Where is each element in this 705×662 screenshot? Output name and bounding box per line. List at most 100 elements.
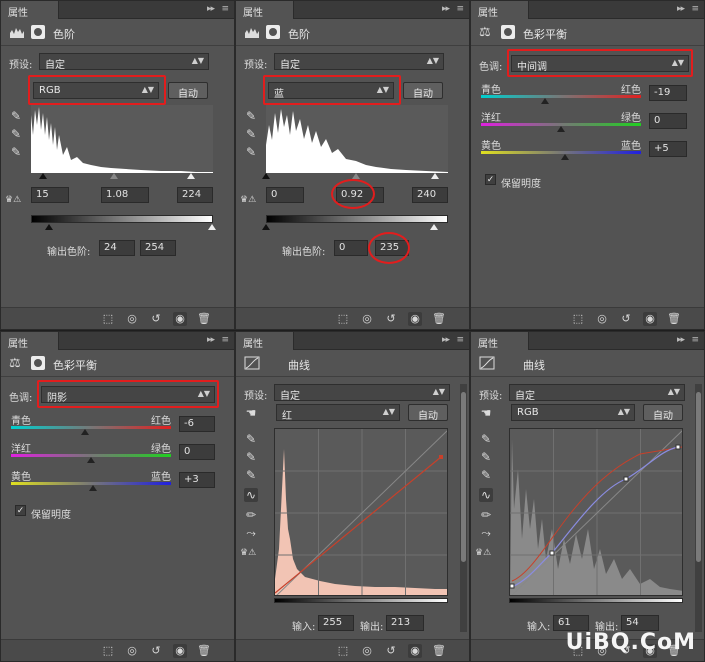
gray-point-eyedropper-icon[interactable]: ✎ [244,127,258,141]
yellow-blue-slider-thumb[interactable] [561,154,569,160]
black-point-eyedropper-icon[interactable]: ✎ [479,432,493,446]
trash-icon[interactable]: 🗑 [197,312,211,326]
input-gamma-slider[interactable] [110,173,118,179]
channel-dropdown[interactable]: RGB ▲▼ [33,82,159,99]
output-white-slider[interactable] [208,224,216,230]
pencil-tool-icon[interactable]: ✏ [479,508,493,522]
panel-menu-icon[interactable]: ≡ [456,335,463,345]
output-white-field[interactable]: 254 [140,240,176,256]
collapse-icon[interactable]: ▸▸ [677,335,685,345]
cyan-red-slider-track[interactable] [11,426,171,429]
white-point-eyedropper-icon[interactable]: ✎ [479,468,493,482]
reset-icon[interactable]: ↺ [149,312,163,326]
channel-dropdown[interactable]: 蓝 ▲▼ [268,82,394,100]
clip-to-layer-icon[interactable]: ⬚ [336,644,350,658]
smooth-curve-icon[interactable]: ⤳ [479,526,493,540]
reset-icon[interactable]: ↺ [384,312,398,326]
mask-icon[interactable] [31,356,45,370]
curves-graph[interactable] [274,428,448,596]
clipping-warning-icon[interactable]: ♛⚠ [240,546,256,560]
tone-dropdown[interactable]: 阴影 ▲▼ [41,386,215,404]
panel-menu-icon[interactable]: ≡ [691,335,698,345]
vertical-scrollbar[interactable] [695,384,702,632]
panel-menu-icon[interactable]: ≡ [456,4,463,14]
gray-point-eyedropper-icon[interactable]: ✎ [9,127,23,141]
clip-to-layer-icon[interactable]: ⬚ [101,644,115,658]
collapse-icon[interactable]: ▸▸ [207,4,215,14]
trash-icon[interactable]: 🗑 [432,312,446,326]
mask-icon[interactable] [266,25,280,39]
tone-dropdown[interactable]: 中间调 ▲▼ [511,55,689,73]
reset-icon[interactable]: ↺ [384,644,398,658]
visibility-eye-icon[interactable]: ◉ [408,644,422,658]
input-black-slider[interactable] [39,173,47,179]
yellow-blue-field[interactable]: +5 [649,141,687,157]
smooth-curve-icon[interactable]: ⤳ [244,526,258,540]
clipping-warning-icon[interactable]: ♛⚠ [5,193,21,207]
preset-dropdown[interactable]: 自定 ▲▼ [274,384,450,402]
black-point-eyedropper-icon[interactable]: ✎ [9,109,23,123]
input-white-slider[interactable] [431,173,439,179]
white-point-eyedropper-icon[interactable]: ✎ [244,145,258,159]
properties-tab[interactable]: 属性 [1,332,59,350]
black-point-eyedropper-icon[interactable]: ✎ [244,432,258,446]
on-image-adjust-icon[interactable]: ☚ [244,406,258,420]
mask-icon[interactable] [31,25,45,39]
preset-dropdown[interactable]: 自定 ▲▼ [274,53,444,71]
properties-tab[interactable]: 属性 [236,1,294,19]
collapse-icon[interactable]: ▸▸ [207,335,215,345]
mask-icon[interactable] [501,25,515,39]
output-black-field[interactable]: 0 [334,240,368,256]
panel-menu-icon[interactable]: ≡ [691,4,698,14]
magenta-green-field[interactable]: 0 [179,444,215,460]
input-field[interactable]: 61 [553,615,589,631]
properties-tab[interactable]: 属性 [1,1,59,19]
clip-to-layer-icon[interactable]: ⬚ [101,312,115,326]
trash-icon[interactable]: 🗑 [197,644,211,658]
cyan-red-slider-thumb[interactable] [541,98,549,104]
white-point-eyedropper-icon[interactable]: ✎ [9,145,23,159]
scrollbar-thumb[interactable] [461,392,466,562]
yellow-blue-slider-thumb[interactable] [89,485,97,491]
curve-point-tool-icon[interactable]: ∿ [479,488,493,502]
curve-point-tool-icon[interactable]: ∿ [244,488,258,502]
preset-dropdown[interactable]: 自定 ▲▼ [39,53,209,71]
input-black-slider[interactable] [262,173,270,179]
scrollbar-thumb[interactable] [696,392,701,562]
collapse-icon[interactable]: ▸▸ [442,4,450,14]
input-black-field[interactable]: 15 [31,187,69,203]
input-black-field[interactable]: 0 [266,187,304,203]
gray-point-eyedropper-icon[interactable]: ✎ [479,450,493,464]
auto-button[interactable]: 自动 [168,82,208,100]
reset-icon[interactable]: ↺ [149,644,163,658]
input-gamma-slider[interactable] [352,173,360,179]
preserve-luminosity-checkbox[interactable]: ✓ [15,505,26,516]
view-previous-icon[interactable]: ◎ [125,312,139,326]
input-gamma-field[interactable]: 1.08 [101,187,149,203]
view-previous-icon[interactable]: ◎ [360,644,374,658]
input-white-slider[interactable] [187,173,195,179]
clip-to-layer-icon[interactable]: ⬚ [336,312,350,326]
panel-menu-icon[interactable]: ≡ [221,4,228,14]
channel-dropdown[interactable]: 红 ▲▼ [276,404,400,422]
properties-tab[interactable]: 属性 [236,332,294,350]
black-point-eyedropper-icon[interactable]: ✎ [244,109,258,123]
gray-point-eyedropper-icon[interactable]: ✎ [244,450,258,464]
output-white-field[interactable]: 235 [375,240,409,256]
preserve-luminosity-checkbox[interactable]: ✓ [485,174,496,185]
input-white-field[interactable]: 224 [177,187,213,203]
white-point-eyedropper-icon[interactable]: ✎ [244,468,258,482]
visibility-eye-icon[interactable]: ◉ [173,312,187,326]
view-previous-icon[interactable]: ◎ [360,312,374,326]
collapse-icon[interactable]: ▸▸ [677,4,685,14]
clipping-warning-icon[interactable]: ♛⚠ [475,546,491,560]
cyan-red-field[interactable]: -19 [649,85,687,101]
output-white-slider[interactable] [430,224,438,230]
input-white-field[interactable]: 240 [412,187,448,203]
input-gamma-field[interactable]: 0.92 [336,187,384,203]
clip-to-layer-icon[interactable]: ⬚ [571,312,585,326]
on-image-adjust-icon[interactable]: ☚ [479,406,493,420]
auto-button[interactable]: 自动 [408,404,448,422]
auto-button[interactable]: 自动 [403,82,443,100]
preset-dropdown[interactable]: 自定 ▲▼ [509,384,685,402]
